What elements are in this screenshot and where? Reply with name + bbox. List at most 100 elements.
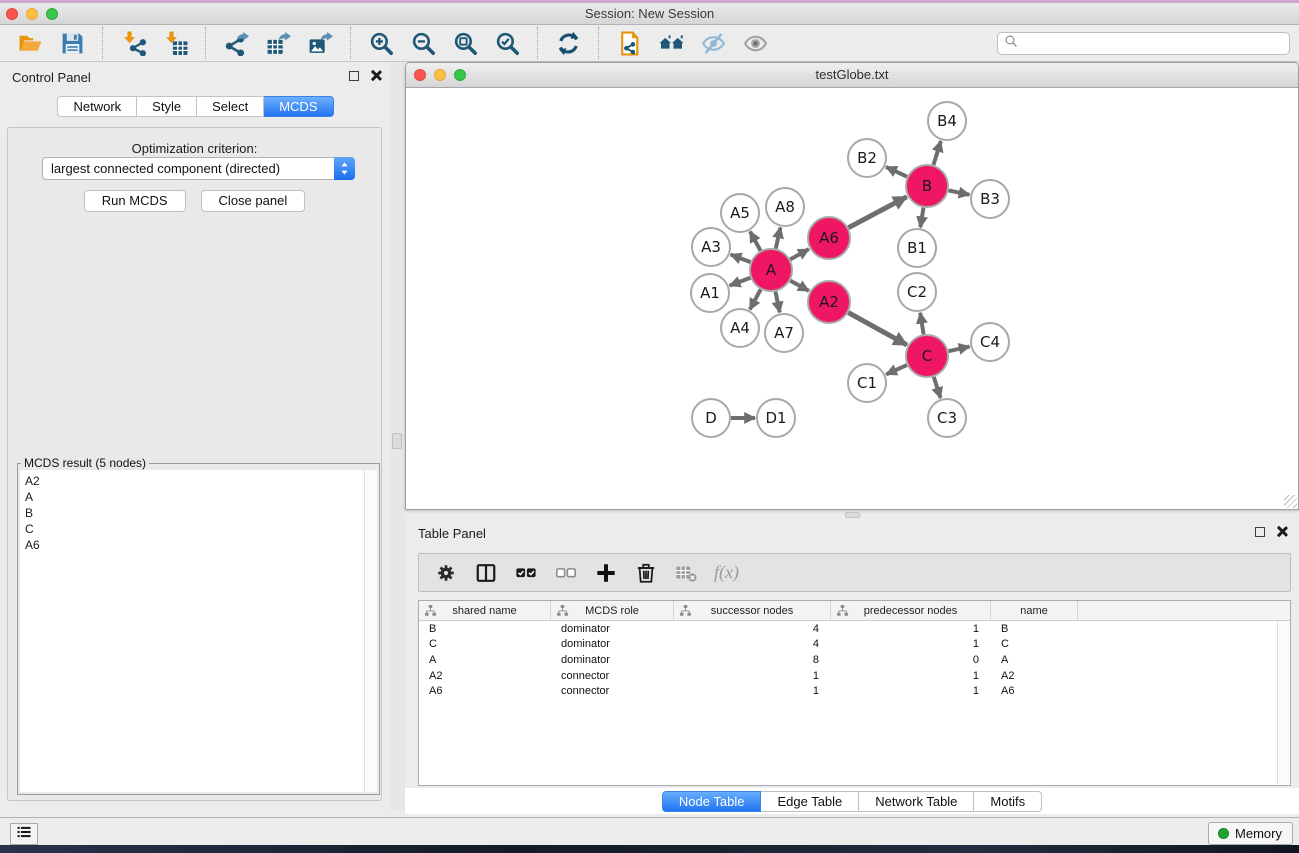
graph-node-C3[interactable]: C3 [928, 399, 966, 437]
split-panel-button[interactable] [474, 561, 498, 585]
refresh-layout-button[interactable] [555, 30, 581, 56]
mcds-result-item[interactable]: A6 [25, 537, 377, 553]
graph-edge-A-A7[interactable] [775, 292, 779, 313]
mcds-result-item[interactable]: C [25, 521, 377, 537]
graph-node-C1[interactable]: C1 [848, 364, 886, 402]
column-header-mcds_role[interactable]: MCDS role [551, 601, 674, 620]
search-box[interactable] [997, 32, 1290, 55]
graph-edge-B-B4[interactable] [933, 141, 940, 165]
table-settings-button[interactable] [434, 561, 458, 585]
graph-edge-C-C4[interactable] [948, 347, 969, 352]
graph-edge-B-B2[interactable] [886, 167, 907, 177]
mcds-result-item[interactable]: A2 [25, 473, 377, 489]
graph-node-A1[interactable]: A1 [691, 274, 729, 312]
graph-edge-B-B3[interactable] [949, 190, 970, 194]
zoom-selected-button[interactable] [494, 30, 520, 56]
tab-mcds[interactable]: MCDS [264, 96, 333, 117]
mcds-result-item[interactable]: A [25, 489, 377, 505]
run-mcds-button[interactable]: Run MCDS [84, 190, 186, 212]
tab-select[interactable]: Select [197, 96, 264, 117]
open-file-button[interactable] [17, 30, 43, 56]
table-row-A[interactable]: Adominator80A [419, 652, 1290, 668]
export-table-button[interactable] [265, 30, 291, 56]
graph-edge-A-A4[interactable] [750, 289, 761, 309]
graph-edge-A-A1[interactable] [730, 278, 751, 286]
column-header-successor_nodes[interactable]: successor nodes [674, 601, 831, 620]
new-network-from-selection-button[interactable] [616, 30, 642, 56]
graph-node-A2[interactable]: A2 [808, 281, 850, 323]
zoom-out-button[interactable] [410, 30, 436, 56]
export-image-button[interactable] [307, 30, 333, 56]
table-row-A2[interactable]: A2connector11A2 [419, 668, 1290, 684]
create-column-button[interactable] [594, 561, 618, 585]
import-table-button[interactable] [162, 30, 188, 56]
column-header-name[interactable]: name [991, 601, 1078, 620]
delete-column-button[interactable] [634, 561, 658, 585]
tab-style[interactable]: Style [137, 96, 197, 117]
table-row-B[interactable]: Bdominator41B [419, 621, 1290, 637]
network-overview-button[interactable] [658, 30, 684, 56]
table-tab-motifs[interactable]: Motifs [974, 791, 1042, 812]
graph-node-B4[interactable]: B4 [928, 102, 966, 140]
graph-node-C4[interactable]: C4 [971, 323, 1009, 361]
graph-node-A3[interactable]: A3 [692, 228, 730, 266]
graph-node-D[interactable]: D [692, 399, 730, 437]
network-resize-grip[interactable] [1284, 495, 1297, 508]
graph-node-B1[interactable]: B1 [898, 229, 936, 267]
float-panel-icon[interactable] [349, 71, 359, 81]
graph-node-A8[interactable]: A8 [766, 188, 804, 226]
mcds-result-item[interactable]: B [25, 505, 377, 521]
graph-edge-B-B1[interactable] [920, 208, 923, 228]
deselect-all-rows-button[interactable] [554, 561, 578, 585]
graph-node-B2[interactable]: B2 [848, 139, 886, 177]
graph-edge-A6-B[interactable] [848, 197, 906, 228]
close-panel-icon[interactable] [370, 70, 381, 81]
table-row-C[interactable]: Cdominator41C [419, 637, 1290, 653]
graph-edge-A-A2[interactable] [790, 281, 809, 291]
graph-node-C[interactable]: C [906, 335, 948, 377]
graph-node-A5[interactable]: A5 [721, 194, 759, 232]
graph-node-B[interactable]: B [906, 165, 948, 207]
graph-edge-A-A6[interactable] [790, 249, 809, 259]
export-network-button[interactable] [223, 30, 249, 56]
select-all-rows-button[interactable] [514, 561, 538, 585]
memory-button[interactable]: Memory [1208, 822, 1293, 845]
graph-node-A[interactable]: A [750, 249, 792, 291]
save-session-button[interactable] [59, 30, 85, 56]
tab-network[interactable]: Network [57, 96, 137, 117]
graph-node-D1[interactable]: D1 [757, 399, 795, 437]
close-table-panel-icon[interactable] [1276, 526, 1287, 537]
column-header-predecessor_nodes[interactable]: predecessor nodes [831, 601, 991, 620]
graph-edge-A-A5[interactable] [750, 231, 760, 250]
zoom-fit-button[interactable] [452, 30, 478, 56]
graph-node-A7[interactable]: A7 [765, 314, 803, 352]
show-panels-button[interactable] [10, 823, 38, 845]
import-network-button[interactable] [120, 30, 146, 56]
graph-node-A6[interactable]: A6 [808, 217, 850, 259]
hide-graphics-details-button[interactable] [700, 30, 726, 56]
close-panel-button[interactable]: Close panel [201, 190, 306, 212]
table-tab-edge-table[interactable]: Edge Table [761, 791, 859, 812]
float-table-panel-icon[interactable] [1255, 527, 1265, 537]
zoom-in-button[interactable] [368, 30, 394, 56]
graph-edge-C-C2[interactable] [920, 313, 923, 335]
horizontal-split-grip[interactable] [845, 512, 860, 518]
table-tab-network-table[interactable]: Network Table [859, 791, 974, 812]
graph-edge-C-C1[interactable] [886, 365, 907, 374]
graph-edge-C-C3[interactable] [934, 377, 941, 398]
table-row-A6[interactable]: A6connector11A6 [419, 683, 1290, 699]
mcds-result-scrollbar[interactable] [364, 470, 377, 792]
table-tab-node-table[interactable]: Node Table [662, 791, 762, 812]
criterion-dropdown[interactable]: largest connected component (directed) [42, 157, 355, 180]
search-input[interactable] [1024, 36, 1283, 51]
graph-edge-A-A3[interactable] [731, 255, 751, 263]
table-scrollbar[interactable] [1277, 621, 1290, 785]
panel-divider[interactable] [391, 62, 405, 810]
divider-grip[interactable] [392, 433, 402, 449]
graph-edge-A-A8[interactable] [776, 227, 781, 248]
column-header-shared_name[interactable]: shared name [419, 601, 551, 620]
graph-node-A4[interactable]: A4 [721, 309, 759, 347]
network-canvas[interactable]: B4B2BB3A8A5A6A3B1AC2A1A2A4A7C4CC1C3DD1 [406, 89, 1298, 509]
graph-node-C2[interactable]: C2 [898, 273, 936, 311]
graph-edge-A2-C[interactable] [848, 313, 907, 345]
